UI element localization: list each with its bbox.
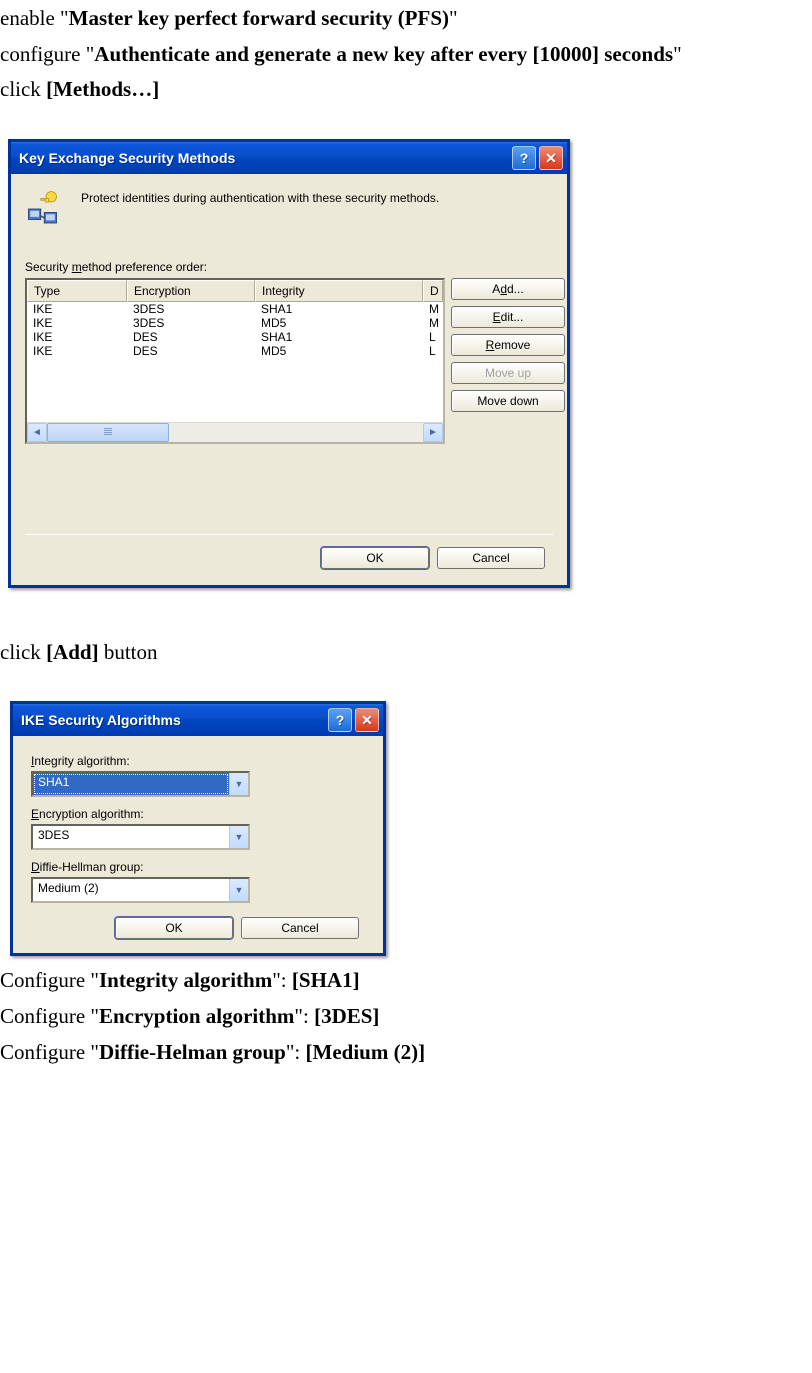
integrity-value: SHA1 bbox=[33, 773, 229, 795]
ok-button[interactable]: OK bbox=[321, 547, 429, 569]
instruction-configure-integrity: Configure "Integrity algorithm": [SHA1] bbox=[0, 964, 812, 998]
instruction-line-2: configure "Authenticate and generate a n… bbox=[0, 38, 812, 72]
help-icon[interactable]: ? bbox=[328, 708, 352, 732]
list-item[interactable]: IKE 3DES SHA1 M bbox=[27, 302, 443, 316]
encryption-combo[interactable]: 3DES ▼ bbox=[31, 824, 250, 850]
dialog-titlebar[interactable]: Key Exchange Security Methods ? ✕ bbox=[11, 142, 567, 174]
edit-button[interactable]: Edit... bbox=[451, 306, 565, 328]
column-type[interactable]: Type bbox=[27, 280, 127, 302]
scroll-right-icon[interactable]: ► bbox=[423, 423, 443, 442]
encryption-label: Encryption algorithm: bbox=[31, 807, 365, 821]
move-up-button: Move up bbox=[451, 362, 565, 384]
integrity-combo[interactable]: SHA1 ▼ bbox=[31, 771, 250, 797]
dialog-description: Protect identities during authentication… bbox=[81, 188, 439, 206]
diffie-hellman-label: Diffie-Hellman group: bbox=[31, 860, 365, 874]
dialog-titlebar[interactable]: IKE Security Algorithms ? ✕ bbox=[13, 704, 383, 736]
key-exchange-dialog: Key Exchange Security Methods ? ✕ Protec… bbox=[8, 139, 570, 588]
chevron-down-icon[interactable]: ▼ bbox=[229, 773, 248, 795]
chevron-down-icon[interactable]: ▼ bbox=[229, 826, 248, 848]
move-down-button[interactable]: Move down bbox=[451, 390, 565, 412]
scroll-thumb[interactable] bbox=[47, 423, 169, 442]
instruction-configure-dh: Configure "Diffie-Helman group": [Medium… bbox=[0, 1036, 812, 1070]
column-encryption[interactable]: Encryption bbox=[127, 280, 255, 302]
instruction-line-3: click [Methods…] bbox=[0, 73, 812, 107]
remove-button[interactable]: Remove bbox=[451, 334, 565, 356]
instruction-click-add: click [Add] button bbox=[0, 636, 812, 670]
help-icon[interactable]: ? bbox=[512, 146, 536, 170]
cancel-button[interactable]: Cancel bbox=[437, 547, 545, 569]
cancel-button[interactable]: Cancel bbox=[241, 917, 359, 939]
add-button[interactable]: Add... bbox=[451, 278, 565, 300]
security-methods-list[interactable]: Type Encryption Integrity D IKE 3DES SHA… bbox=[25, 278, 445, 444]
diffie-hellman-value: Medium (2) bbox=[33, 879, 229, 901]
instruction-configure-encryption: Configure "Encryption algorithm": [3DES] bbox=[0, 1000, 812, 1034]
instruction-line-1: enable "Master key perfect forward secur… bbox=[0, 2, 812, 36]
column-d[interactable]: D bbox=[423, 280, 443, 302]
list-item[interactable]: IKE DES SHA1 L bbox=[27, 330, 443, 344]
chevron-down-icon[interactable]: ▼ bbox=[229, 879, 248, 901]
column-integrity[interactable]: Integrity bbox=[255, 280, 423, 302]
close-icon[interactable]: ✕ bbox=[355, 708, 379, 732]
ike-security-dialog: IKE Security Algorithms ? ✕ Integrity al… bbox=[10, 701, 386, 956]
dialog-title: Key Exchange Security Methods bbox=[19, 150, 512, 166]
list-item[interactable]: IKE DES MD5 L bbox=[27, 344, 443, 358]
preference-order-label: Security method preference order: bbox=[25, 260, 553, 274]
security-icon bbox=[25, 188, 67, 230]
list-header: Type Encryption Integrity D bbox=[27, 280, 443, 302]
close-icon[interactable]: ✕ bbox=[539, 146, 563, 170]
integrity-label: Integrity algorithm: bbox=[31, 754, 365, 768]
diffie-hellman-combo[interactable]: Medium (2) ▼ bbox=[31, 877, 250, 903]
scroll-left-icon[interactable]: ◄ bbox=[27, 423, 47, 442]
encryption-value: 3DES bbox=[33, 826, 229, 848]
horizontal-scrollbar[interactable]: ◄ ► bbox=[27, 422, 443, 442]
dialog-title: IKE Security Algorithms bbox=[21, 712, 328, 728]
list-item[interactable]: IKE 3DES MD5 M bbox=[27, 316, 443, 330]
ok-button[interactable]: OK bbox=[115, 917, 233, 939]
